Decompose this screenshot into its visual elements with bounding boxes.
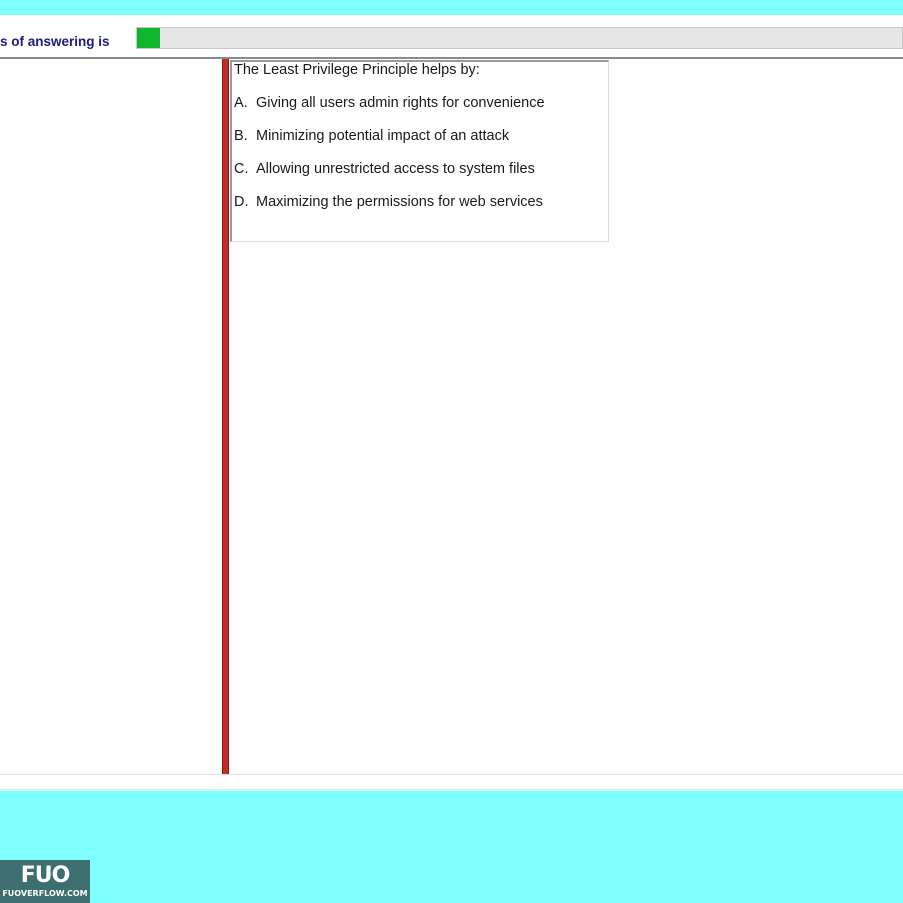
progress-label: s of answering is	[0, 34, 110, 49]
top-band	[0, 0, 903, 15]
bottom-band	[0, 789, 903, 903]
option-letter: D.	[234, 194, 249, 210]
option-b[interactable]: B. Minimizing potential impact of an atta…	[234, 128, 509, 144]
logo-mark: FUO	[20, 863, 71, 888]
option-letter: A.	[234, 95, 248, 111]
option-letter: B.	[234, 128, 248, 144]
option-label: Minimizing potential impact of an attack	[256, 128, 510, 144]
progress-row: s of answering is	[0, 15, 903, 57]
progress-fill	[137, 28, 160, 48]
question-text: The Least Privilege Principle helps by:	[234, 62, 480, 78]
logo-text: FUOVERFLOW.COM	[2, 889, 88, 898]
option-label: Giving all users admin rights for conven…	[256, 95, 545, 111]
progress-bar	[136, 27, 903, 49]
watermark-logo: FUO FUOVERFLOW.COM	[0, 860, 90, 903]
option-d[interactable]: D. Maximizing the permissions for web ser…	[234, 194, 543, 210]
option-c[interactable]: C. Allowing unrestricted access to system…	[234, 161, 535, 177]
panel-splitter[interactable]	[222, 59, 229, 775]
option-a[interactable]: A. Giving all users admin rights for conv…	[234, 95, 545, 111]
option-label: Maximizing the permissions for web servi…	[256, 194, 543, 210]
question-panel: The Least Privilege Principle helps by: …	[230, 60, 609, 242]
option-letter: C.	[234, 161, 249, 177]
footer-strip	[0, 775, 903, 789]
option-label: Allowing unrestricted access to system f…	[256, 161, 535, 177]
content-area: The Least Privilege Principle helps by: …	[0, 59, 903, 775]
